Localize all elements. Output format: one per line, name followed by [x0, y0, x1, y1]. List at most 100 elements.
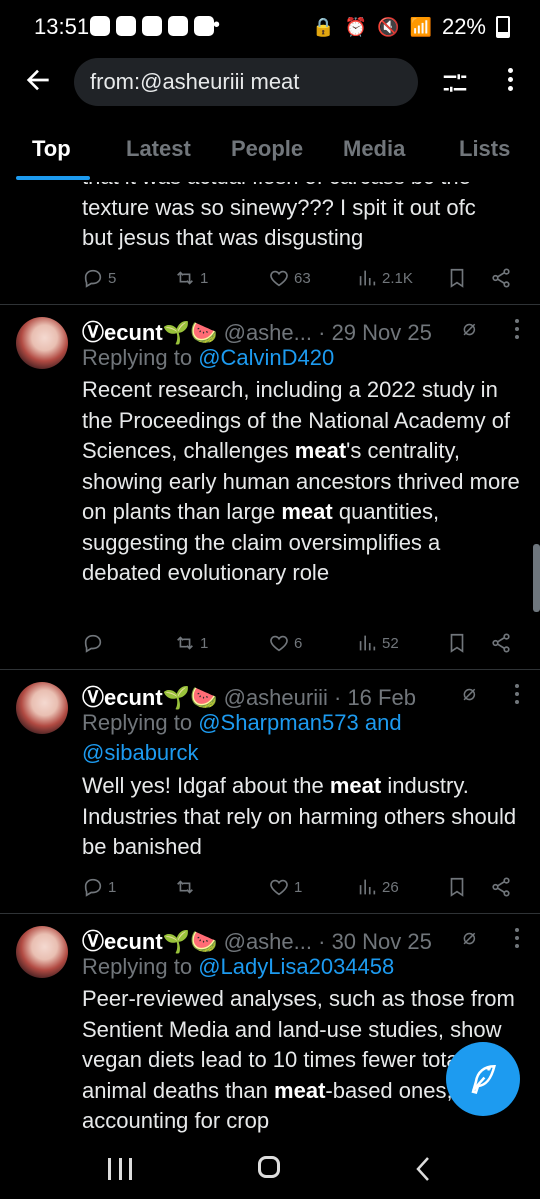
share-button[interactable]	[490, 628, 512, 658]
avatar[interactable]	[16, 926, 68, 978]
share-icon	[492, 268, 510, 288]
like-count: 1	[294, 878, 303, 896]
share-button[interactable]	[490, 872, 512, 902]
tweet-more-icon[interactable]	[514, 928, 520, 950]
like-button[interactable]: 6	[268, 628, 302, 658]
display-name[interactable]: Ⓥecunt	[82, 685, 163, 710]
views-icon	[359, 635, 376, 651]
tweet-date: · 30 Nov 25	[318, 929, 432, 954]
views-count: 52	[382, 634, 399, 652]
views-icon	[359, 270, 376, 286]
bookmark-icon	[450, 877, 464, 897]
tweet-actions: 5 1 63 2.1K	[82, 263, 522, 293]
repost-button[interactable]: 1	[174, 263, 208, 293]
display-name[interactable]: Ⓥecunt	[82, 929, 163, 954]
reply-button[interactable]	[82, 628, 108, 658]
like-count: 6	[294, 634, 303, 652]
grok-icon[interactable]: ⌀	[463, 315, 476, 341]
tweet-actions: 1 6 52	[82, 628, 522, 658]
share-icon	[492, 633, 510, 653]
home-icon[interactable]	[258, 1156, 280, 1178]
tweet-text: Well yes! Idgaf about the meat industry.…	[82, 773, 517, 859]
tweet-header: Ⓥecunt🌱🍉 @ashe... · 30 Nov 25 ⌀	[82, 924, 520, 954]
repost-icon	[177, 271, 193, 285]
like-button[interactable]: 1	[268, 872, 302, 902]
views-button[interactable]: 26	[356, 872, 399, 902]
bookmark-button[interactable]	[446, 628, 468, 658]
tweet-text-line: but jesus that was disgusting	[82, 225, 364, 250]
lock-icon: 🔒	[312, 16, 335, 37]
user-handle[interactable]: @ashe...	[224, 929, 312, 954]
avatar[interactable]	[16, 682, 68, 734]
reply-icon	[84, 269, 102, 288]
avatar[interactable]	[16, 317, 68, 369]
more-options-icon[interactable]	[500, 64, 520, 100]
bookmark-button[interactable]	[446, 872, 468, 902]
views-count: 26	[382, 878, 399, 896]
name-emoji: 🌱🍉	[162, 685, 218, 710]
display-name[interactable]: Ⓥecunt	[82, 320, 163, 345]
bookmark-icon	[450, 633, 464, 653]
tweet[interactable]: Ⓥecunt🌱🍉 @ashe... · 29 Nov 25 ⌀ Replying…	[0, 305, 540, 669]
grok-icon[interactable]: ⌀	[463, 924, 476, 950]
back-arrow-icon[interactable]	[20, 64, 56, 100]
mention-link[interactable]: @sibaburck	[82, 740, 199, 765]
heart-icon	[270, 635, 288, 652]
mention-link[interactable]: @LadyLisa2034458	[198, 954, 394, 979]
tab-media[interactable]: Media	[343, 136, 405, 162]
replying-to: Replying to @LadyLisa2034458	[82, 952, 394, 982]
battery-text: 22%	[441, 14, 486, 39]
alarm-icon: ⏰	[344, 16, 368, 37]
tweet-text: Recent research, including a 2022 study …	[82, 377, 520, 585]
repost-icon	[177, 636, 193, 650]
grok-icon[interactable]: ⌀	[463, 680, 476, 706]
views-button[interactable]: 2.1K	[356, 263, 413, 293]
tweet-more-icon[interactable]	[514, 684, 520, 706]
repost-count: 1	[200, 634, 209, 652]
recents-icon[interactable]	[108, 1158, 132, 1180]
user-handle[interactable]: @asheuriii	[224, 685, 328, 710]
name-emoji: 🌱🍉	[162, 320, 218, 345]
user-handle[interactable]: @ashe...	[224, 320, 312, 345]
search-results-feed[interactable]: that it was actual flesh of carcass bc t…	[0, 182, 540, 1192]
repost-button[interactable]: 1	[174, 628, 208, 658]
compose-button[interactable]	[446, 1042, 520, 1116]
reply-button[interactable]: 5	[82, 263, 116, 293]
views-button[interactable]: 52	[356, 628, 399, 658]
replying-to-label: Replying to	[82, 710, 193, 735]
battery-icon	[496, 16, 510, 38]
bookmark-button[interactable]	[446, 263, 468, 293]
twitch-icon	[194, 16, 214, 36]
search-input[interactable]: from:@asheuriii meat	[74, 58, 418, 106]
reply-button[interactable]: 1	[82, 872, 116, 902]
share-button[interactable]	[490, 263, 512, 293]
notification-icons	[90, 16, 214, 36]
tweet-date: · 16 Feb	[334, 685, 416, 710]
tab-people[interactable]: People	[231, 136, 303, 162]
search-filter-icon[interactable]	[440, 68, 470, 98]
tweet-header: Ⓥecunt🌱🍉 @asheuriii · 16 Feb ⌀	[82, 680, 520, 710]
replying-to-label: Replying to	[82, 345, 193, 370]
mention-link[interactable]: @Sharpman573 and	[198, 710, 401, 735]
like-button[interactable]: 63	[268, 263, 311, 293]
scrollbar[interactable]	[533, 544, 540, 612]
views-count: 2.1K	[382, 269, 413, 287]
back-icon[interactable]	[410, 1154, 436, 1184]
repost-button[interactable]	[174, 872, 200, 902]
share-icon	[492, 877, 510, 897]
tweet[interactable]: Ⓥecunt🌱🍉 @asheuriii · 16 Feb ⌀ Replying …	[0, 670, 540, 913]
tab-lists[interactable]: Lists	[459, 136, 510, 162]
tweet-text-line: texture was so sinewy??? I spit it out o…	[82, 194, 476, 220]
tweet-actions: 1 1 26	[82, 872, 522, 902]
tweet-more-icon[interactable]	[514, 319, 520, 341]
tab-latest[interactable]: Latest	[126, 136, 191, 162]
system-nav-bar	[0, 1140, 540, 1199]
mention-link[interactable]: @CalvinD420	[198, 345, 334, 370]
reply-icon	[84, 878, 102, 897]
reply-count: 5	[108, 269, 117, 287]
replying-to: Replying to @Sharpman573 and @sibaburck	[82, 708, 402, 768]
reply-count: 1	[108, 878, 117, 896]
repost-count: 1	[200, 269, 209, 287]
more-notifications-dot: •	[213, 14, 221, 36]
tab-top[interactable]: Top	[32, 136, 71, 162]
